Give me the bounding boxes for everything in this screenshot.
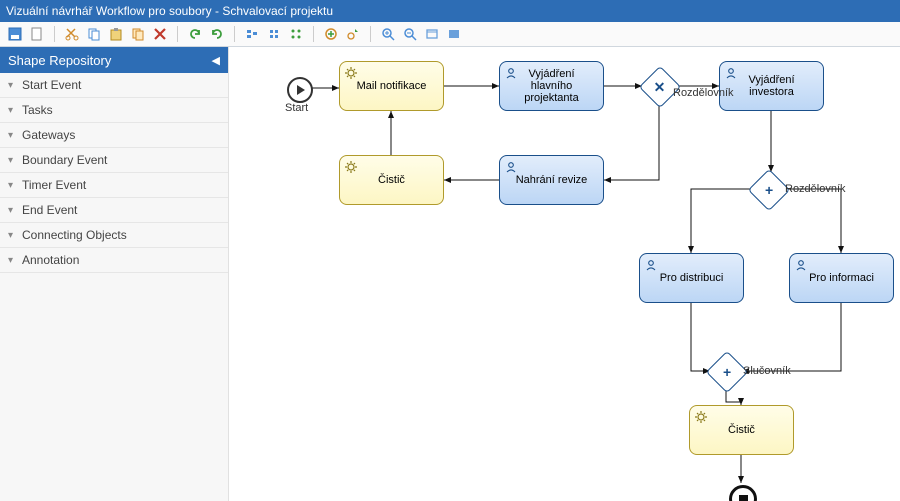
task-vyjproj[interactable]: Vyjádření hlavního projektanta [499,61,604,111]
chevron-icon: ▾ [8,255,18,266]
gear-icon [344,66,358,80]
save-icon[interactable] [6,25,24,43]
task-label: Nahrání revize [512,174,592,186]
task-prodist[interactable]: Pro distribuci [639,253,744,303]
task-cistic1[interactable]: Čistič [339,155,444,205]
user-icon [504,160,518,174]
add-event-icon[interactable] [344,25,362,43]
exclusive-gateway-icon: ✕ [654,78,666,95]
task-label: Pro distribuci [656,272,728,284]
task-label: Vyjádření hlavního projektanta [504,68,599,104]
sidebar-item-start-event[interactable]: ▾ Start Event [0,73,228,98]
sidebar-item-connecting-objects[interactable]: ▾ Connecting Objects [0,223,228,248]
add-link-icon[interactable] [322,25,340,43]
gateway-label: Rozdělovník [673,87,734,99]
sidebar-item-tasks[interactable]: ▾ Tasks [0,98,228,123]
toolbar-separator [313,26,314,42]
task-label: Mail notifikace [353,80,431,92]
stop-icon [739,495,748,501]
gear-icon [344,160,358,174]
align-center-icon[interactable] [265,25,283,43]
toolbar [0,22,900,47]
chevron-icon: ▾ [8,155,18,166]
sidebar-item-gateways[interactable]: ▾ Gateways [0,123,228,148]
fit-icon[interactable] [423,25,441,43]
chevron-icon: ▾ [8,180,18,191]
redo-icon[interactable] [208,25,226,43]
chevron-icon: ▾ [8,80,18,91]
sidebar-item-annotation[interactable]: ▾ Annotation [0,248,228,273]
start-label: Start [285,102,308,114]
fullscreen-icon[interactable] [445,25,463,43]
toolbar-separator [54,26,55,42]
window-title: Vizuální návrhář Workflow pro soubory - … [6,4,333,18]
window-titlebar: Vizuální návrhář Workflow pro soubory - … [0,0,900,22]
copy-icon[interactable] [85,25,103,43]
sidebar-item-timer-event[interactable]: ▾ Timer Event [0,173,228,198]
sidebar-item-label: Start Event [22,78,81,92]
chevron-icon: ▾ [8,130,18,141]
task-label: Vyjádření investora [724,74,819,98]
start-event[interactable] [287,77,313,103]
task-mail[interactable]: Mail notifikace [339,61,444,111]
sidebar-item-label: Boundary Event [22,153,107,167]
user-icon [794,258,808,272]
sidebar-item-label: Tasks [22,103,53,117]
gateway-label: Rozdělovník [785,183,846,195]
task-label: Čistič [724,424,759,436]
cut-icon[interactable] [63,25,81,43]
gateway-label: Slučovník [743,365,791,377]
clone-icon[interactable] [129,25,147,43]
sidebar-item-boundary-event[interactable]: ▾ Boundary Event [0,148,228,173]
task-cistic2[interactable]: Čistič [689,405,794,455]
sidebar-title: Shape Repository [8,53,111,68]
user-icon [724,66,738,80]
toolbar-separator [370,26,371,42]
parallel-gateway-icon: + [765,182,773,198]
task-label: Pro informaci [805,272,878,284]
toolbar-separator [234,26,235,42]
sidebar-header[interactable]: Shape Repository ◀ [0,47,228,73]
user-icon [504,66,518,80]
collapse-icon[interactable]: ◀ [212,54,220,67]
sidebar-item-label: Annotation [22,253,79,267]
task-vyjinv[interactable]: Vyjádření investora [719,61,824,111]
gear-icon [694,410,708,424]
toolbar-separator [177,26,178,42]
undo-icon[interactable] [186,25,204,43]
paste-icon[interactable] [107,25,125,43]
delete-icon[interactable] [151,25,169,43]
play-icon [297,85,305,95]
sidebar-item-label: Connecting Objects [22,228,127,242]
sidebar-item-end-event[interactable]: ▾ End Event [0,198,228,223]
sidebar: Shape Repository ◀ ▾ Start Event ▾ Tasks ▾… [0,47,229,501]
sidebar-item-label: Timer Event [22,178,86,192]
align-grid-icon[interactable] [287,25,305,43]
new-icon[interactable] [28,25,46,43]
sidebar-item-label: Gateways [22,128,75,142]
align-left-icon[interactable] [243,25,261,43]
workflow-canvas[interactable]: Start Mail notifikace Vyjádření hlavního … [229,47,900,501]
sidebar-item-label: End Event [22,203,77,217]
task-label: Čistič [374,174,409,186]
chevron-icon: ▾ [8,105,18,116]
chevron-icon: ▾ [8,230,18,241]
task-nahrani[interactable]: Nahrání revize [499,155,604,205]
zoom-in-icon[interactable] [379,25,397,43]
chevron-icon: ▾ [8,205,18,216]
parallel-gateway-icon: + [723,364,731,380]
zoom-out-icon[interactable] [401,25,419,43]
user-icon [644,258,658,272]
task-proinfo[interactable]: Pro informaci [789,253,894,303]
